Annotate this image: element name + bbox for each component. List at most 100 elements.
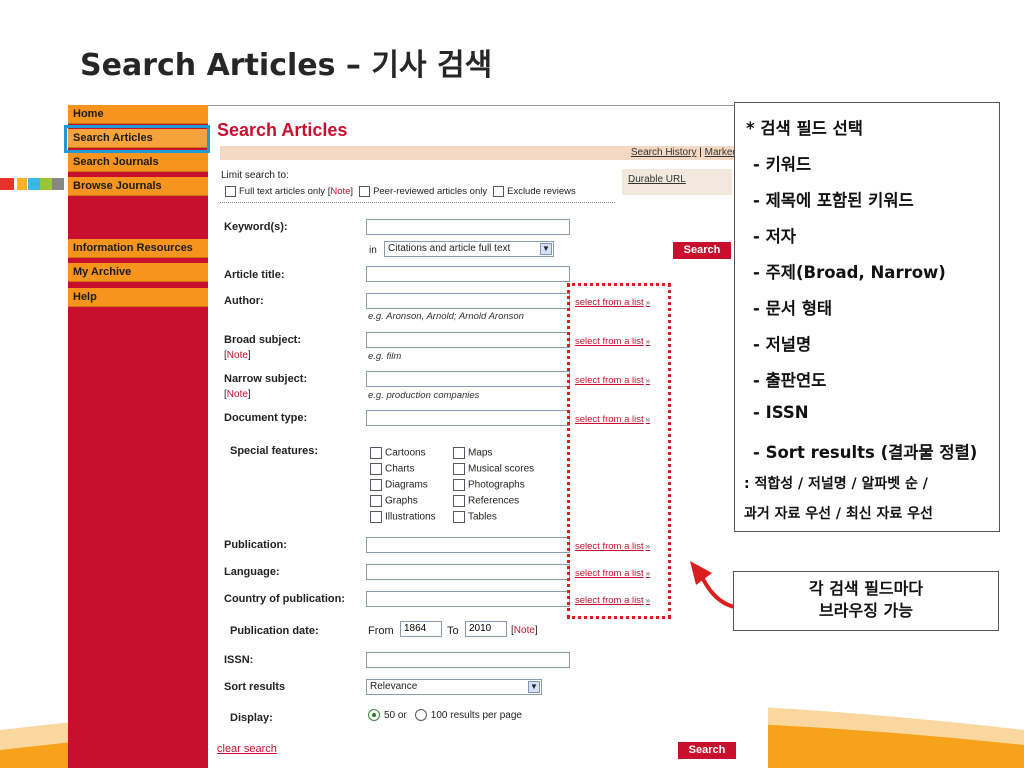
keyword-input[interactable] [366, 219, 570, 235]
callout-line: - 키워드 [753, 155, 812, 174]
feature-diagrams[interactable]: Diagrams [370, 479, 428, 491]
publication-date-label: Publication date: [230, 625, 319, 637]
feature-charts[interactable]: Charts [370, 463, 414, 475]
feature-label: Musical scores [468, 463, 535, 475]
narrow-subject-hint: e.g. production companies [368, 390, 480, 401]
callout-line: - 주제(Broad, Narrow) [753, 263, 946, 282]
feature-label: Graphs [385, 495, 418, 507]
document-type-input[interactable] [366, 410, 570, 426]
full-text-note-link[interactable]: Note [330, 186, 350, 197]
date-note[interactable]: [Note] [511, 625, 538, 636]
sidebar-item-help[interactable]: Help [68, 288, 208, 307]
feature-label: Cartoons [385, 447, 426, 459]
search-history-link[interactable]: Search History [631, 147, 697, 158]
feature-checkbox[interactable] [370, 479, 382, 491]
sidebar: Home Search Articles Search Journals Bro… [68, 105, 208, 768]
clear-search-link[interactable]: clear search [217, 743, 277, 755]
article-title-input[interactable] [366, 266, 570, 282]
browsing-callout-line2: 브라우징 가능 [819, 601, 913, 620]
note-link[interactable]: Note [227, 389, 248, 400]
sort-label: Sort results [224, 681, 286, 693]
broad-subject-label: Broad subject: [224, 334, 302, 346]
full-text-checkbox[interactable] [225, 186, 236, 197]
feature-tables[interactable]: Tables [453, 511, 497, 523]
sidebar-item-information-resources[interactable]: Information Resources [68, 239, 208, 258]
feature-musical-scores[interactable]: Musical scores [453, 463, 534, 475]
narrow-subject-note[interactable]: [Note] [224, 389, 251, 400]
highlight-search-articles [64, 125, 210, 153]
feature-illustrations[interactable]: Illustrations [370, 511, 436, 523]
decor-strip [0, 178, 68, 190]
narrow-subject-input[interactable] [366, 371, 570, 387]
divider [220, 202, 615, 203]
browsing-callout-line1: 각 검색 필드마다 [808, 579, 924, 598]
feature-maps[interactable]: Maps [453, 447, 492, 459]
broad-subject-note[interactable]: [Note] [224, 350, 251, 361]
feature-checkbox[interactable] [453, 495, 465, 507]
language-label: Language: [224, 566, 280, 578]
feature-checkbox[interactable] [453, 463, 465, 475]
feature-checkbox[interactable] [453, 479, 465, 491]
author-label: Author: [224, 295, 264, 307]
callout-sort-detail: 과거 자료 우선 / 최신 자료 우선 [744, 506, 933, 522]
search-fields-callout: * 검색 필드 선택 - 키워드 - 제목에 포함된 키워드 - 저자 - 주제… [734, 102, 1000, 532]
sidebar-item-home[interactable]: Home [68, 105, 208, 124]
publication-input[interactable] [366, 537, 570, 553]
slide-title: Search Articles – 기사 검색 [80, 48, 493, 83]
feature-cartoons[interactable]: Cartoons [370, 447, 426, 459]
page-heading: Search Articles [217, 120, 348, 140]
peer-reviewed-checkbox[interactable] [359, 186, 371, 197]
issn-label: ISSN: [224, 654, 254, 666]
note-link[interactable]: Note [227, 350, 248, 361]
radio-100[interactable] [414, 709, 427, 721]
main-content: Search Articles Search History | Marked … [208, 105, 768, 769]
feature-photographs[interactable]: Photographs [453, 479, 525, 491]
sidebar-item-my-archive[interactable]: My Archive [68, 263, 208, 282]
special-features-label: Special features: [230, 445, 319, 457]
feature-checkbox[interactable] [370, 511, 382, 523]
from-label: From [368, 625, 394, 637]
callout-line: * 검색 필드 선택 [746, 119, 863, 138]
feature-checkbox[interactable] [453, 447, 465, 459]
language-input[interactable] [366, 564, 570, 580]
radio-100-label: 100 results per page [430, 709, 522, 721]
feature-graphs[interactable]: Graphs [370, 495, 418, 507]
callout-line: - 문서 형태 [753, 299, 833, 318]
limit-options: Full text articles only [Note] Peer-revi… [225, 186, 576, 197]
callout-line: - Sort results (결과물 정렬) [753, 443, 978, 462]
issn-input[interactable] [366, 652, 570, 668]
feature-references[interactable]: References [453, 495, 519, 507]
exclude-reviews-checkbox[interactable] [493, 186, 505, 197]
chevron-down-icon: ▼ [540, 243, 552, 255]
feature-checkbox[interactable] [453, 511, 465, 523]
to-label: To [447, 625, 459, 637]
durable-url-link[interactable]: Durable URL [622, 169, 732, 195]
feature-checkbox[interactable] [370, 463, 382, 475]
link-separator: | [699, 147, 702, 158]
feature-checkbox[interactable] [370, 447, 382, 459]
author-hint: e.g. Aronson, Arnold; Arnold Aronson [368, 311, 524, 322]
note-link[interactable]: Note [514, 625, 535, 636]
keyword-scope-select[interactable]: Citations and article full text ▼ [384, 241, 554, 257]
feature-label: Charts [385, 463, 415, 475]
to-year-input[interactable]: 2010 [465, 621, 507, 637]
peer-reviewed-label: Peer-reviewed articles only [373, 186, 488, 198]
search-button-top[interactable]: Search [673, 242, 731, 259]
country-input[interactable] [366, 591, 570, 607]
display-options: 50 or 100 results per page [368, 709, 522, 721]
from-year-input[interactable]: 1864 [400, 621, 442, 637]
sidebar-item-search-journals[interactable]: Search Journals [68, 153, 208, 172]
feature-checkbox[interactable] [370, 495, 382, 507]
search-button-bottom[interactable]: Search [678, 742, 736, 759]
feature-label: Photographs [468, 479, 525, 491]
author-input[interactable] [366, 293, 570, 309]
sort-select[interactable]: Relevance ▼ [366, 679, 542, 695]
callout-line: - 저널명 [753, 335, 812, 354]
chevron-down-icon: ▼ [528, 681, 540, 693]
feature-label: Tables [468, 511, 497, 523]
radio-50-selected[interactable] [368, 709, 380, 721]
broad-subject-input[interactable] [366, 332, 570, 348]
full-text-label: Full text articles only [ [239, 186, 331, 198]
in-label: in [369, 245, 377, 256]
sidebar-item-browse-journals[interactable]: Browse Journals [68, 177, 208, 196]
